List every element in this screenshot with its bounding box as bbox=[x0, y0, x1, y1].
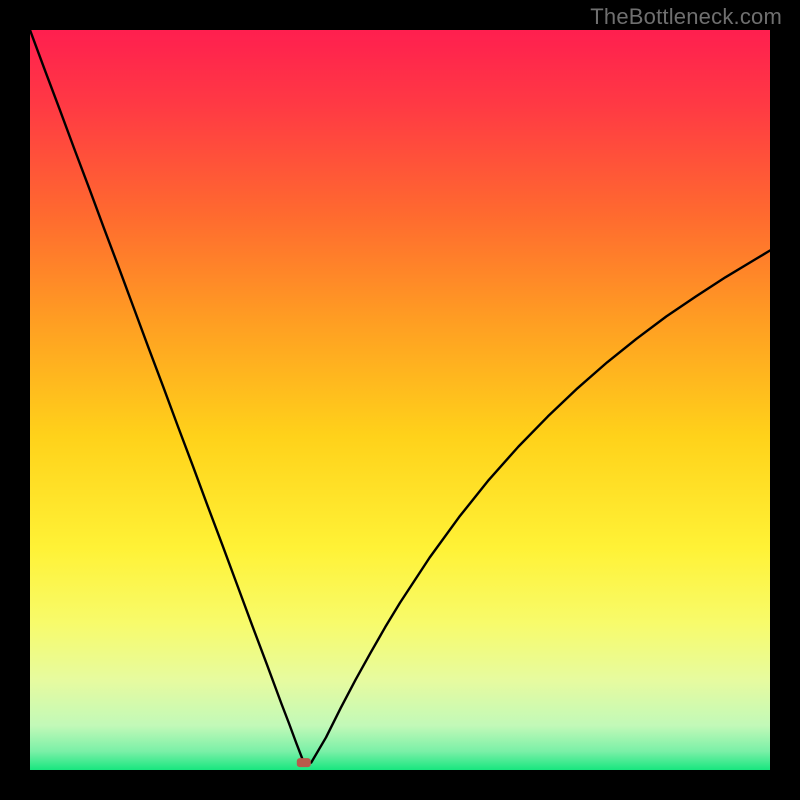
chart-background bbox=[30, 30, 770, 770]
chart-frame bbox=[30, 30, 770, 770]
watermark-text: TheBottleneck.com bbox=[590, 4, 782, 30]
bottleneck-curve-chart bbox=[30, 30, 770, 770]
optimal-point-marker bbox=[297, 758, 311, 767]
